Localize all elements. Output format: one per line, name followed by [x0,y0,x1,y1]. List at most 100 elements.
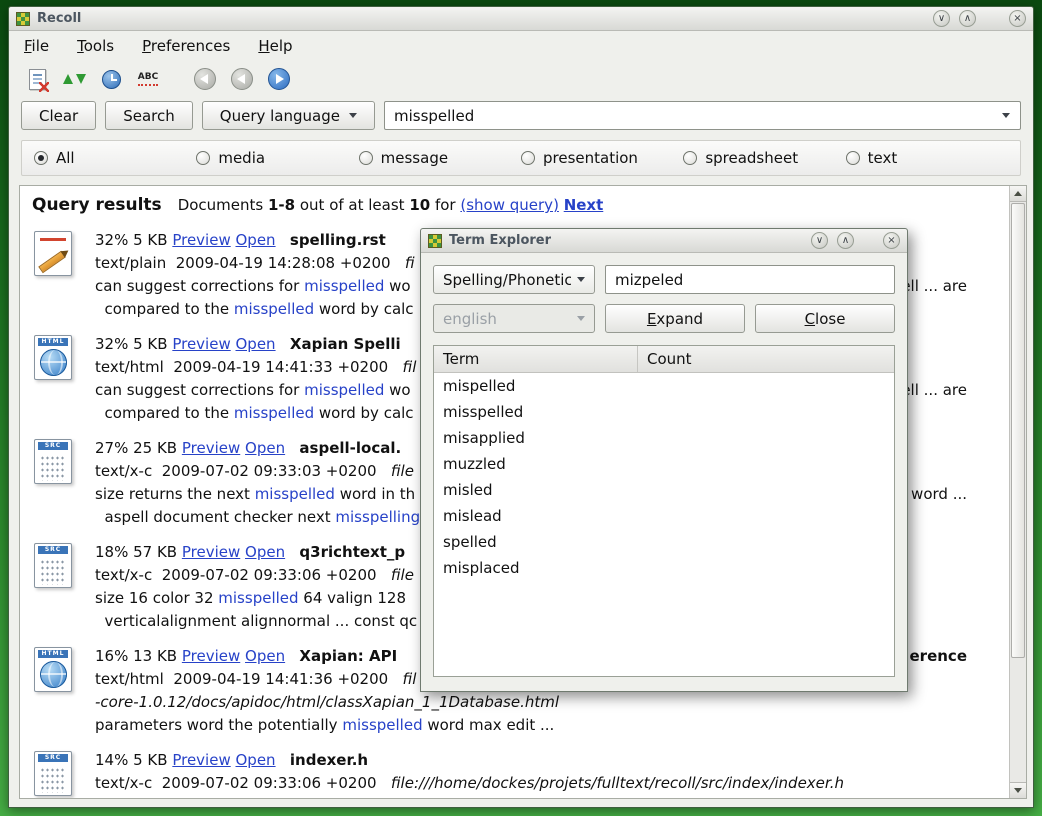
filter-message[interactable]: message [359,149,521,167]
dialog-controls: ∨ ∧ × [811,232,900,249]
line-left: text/html 2009-04-19 14:41:33 +0200 fil [95,356,416,379]
term-input[interactable]: mizpeled [605,265,895,294]
radio-icon [196,151,210,165]
rollup-button[interactable]: ∧ [837,232,854,249]
html-file-icon: HTML [34,333,80,425]
text-segment: aspell document checker next [95,508,335,526]
menu-preferences[interactable]: Preferences [142,37,230,55]
clear-button[interactable]: Clear [21,101,96,130]
result-title: Xapian Spelli [290,335,401,353]
term-row[interactable]: spelled [434,529,894,555]
spellcheck-icon[interactable]: ABC [134,65,162,93]
result-title: aspell-local. [299,439,401,457]
language-combobox[interactable]: english [433,304,595,333]
open-link[interactable]: Open [245,439,285,457]
term-row[interactable]: misspelled [434,399,894,425]
open-link[interactable]: Open [236,231,276,249]
line-left: compared to the misspelled word by calc [95,298,414,321]
history-icon[interactable] [97,65,125,93]
menu-tools[interactable]: Tools [77,37,114,55]
query-combobox-dropdown[interactable] [996,102,1016,129]
preview-link[interactable]: Preview [172,751,230,769]
next-page-icon[interactable] [265,65,293,93]
term-row[interactable]: mislead [434,503,894,529]
open-link[interactable]: Open [236,335,276,353]
result-line: -core-1.0.12/docs/apidoc/html/classXapia… [95,691,1001,714]
scroll-down-button[interactable] [1010,782,1026,798]
clear-search-icon[interactable] [23,65,51,93]
titlebar[interactable]: Recoll ∨∧× [9,7,1033,31]
line-left: 27% 25 KB Preview Open aspell-local. [95,437,401,460]
text-segment [276,231,290,249]
term-table-header: Term Count [434,346,894,373]
close-button[interactable]: Close [755,304,895,333]
term-cell: misapplied [443,429,639,447]
count-column-header[interactable]: Count [638,350,894,368]
open-link[interactable]: Open [236,751,276,769]
preview-link[interactable]: Preview [182,543,240,561]
query-language-button[interactable]: Query language [202,101,375,130]
text-segment: -core-1.0.12/docs/apidoc/html/classXapia… [95,693,559,711]
open-link[interactable]: Open [245,647,285,665]
rollup-button[interactable]: ∧ [959,10,976,27]
preview-link[interactable]: Preview [172,335,230,353]
line-left: can suggest corrections for misspelled w… [95,379,411,402]
first-page-icon[interactable] [191,65,219,93]
text-segment: text/html 2009-04-19 14:41:33 +0200 [95,358,403,376]
dialog-titlebar[interactable]: Term Explorer ∨∧× [421,229,907,253]
rolldown-button[interactable]: ∨ [933,10,950,27]
open-link[interactable]: Open [245,543,285,561]
text-segment: 10 [409,196,430,214]
scroll-up-button[interactable] [1010,186,1026,202]
text-segment: erence [910,647,968,665]
query-combobox[interactable]: misspelled [384,101,1021,130]
results-scrollbar[interactable] [1009,186,1026,798]
close-button[interactable]: × [883,232,900,249]
expansion-mode-combobox[interactable]: Spelling/Phonetic [433,265,595,294]
text-segment: wo [384,381,410,399]
text-segment: verticalalignment alignnormal ... const … [95,612,417,630]
filter-media[interactable]: media [196,149,358,167]
update-index-icon[interactable] [60,65,88,93]
line-left: verticalalignment alignnormal ... const … [95,610,417,633]
preview-link[interactable]: Preview [182,647,240,665]
filter-text[interactable]: text [846,149,1008,167]
filter-all[interactable]: All [34,149,196,167]
text-segment: Documents [178,196,268,214]
close-button[interactable]: × [1009,10,1026,27]
search-button[interactable]: Search [105,101,193,130]
expand-button[interactable]: Expand [605,304,745,333]
preview-link[interactable]: Preview [172,231,230,249]
term-row[interactable]: misapplied [434,425,894,451]
menu-help[interactable]: Help [258,37,292,55]
prev-page-icon[interactable] [228,65,256,93]
next-page-link[interactable]: Next [564,196,604,214]
window-controls: ∨ ∧ × [933,10,1026,27]
scrollbar-thumb[interactable] [1011,203,1025,658]
result-line: 14% 5 KB Preview Open indexer.h [95,749,1001,772]
term-row[interactable]: muzzled [434,451,894,477]
term-row[interactable]: mispelled [434,373,894,399]
text-segment: 32% 5 KB [95,335,172,353]
filter-presentation[interactable]: presentation [521,149,683,167]
rolldown-button[interactable]: ∨ [811,232,828,249]
text-segment: word by calc [314,404,413,422]
line-left: text/x-c 2009-07-02 09:33:03 +0200 file [95,460,414,483]
dialog-row-1: Spelling/Phonetic mizpeled [433,265,895,294]
line-left: aspell document checker next misspelling [95,506,420,529]
line-left: text/x-c 2009-07-02 09:33:06 +0200 file [95,564,414,587]
preview-link[interactable]: Preview [182,439,240,457]
term-row[interactable]: misled [434,477,894,503]
result-title: spelling.rst [290,231,386,249]
query-value: misspelled [394,107,996,125]
dialog-row-2: english Expand Close [433,304,895,333]
radio-icon [521,151,535,165]
results-title: Query results [32,195,162,215]
show-query-link[interactable]: (show query) [460,196,559,214]
filter-spreadsheet[interactable]: spreadsheet [683,149,845,167]
line-left: compared to the misspelled word by calc [95,402,414,425]
menu-file[interactable]: File [24,37,49,55]
line-left: parameters word the potentially misspell… [95,714,554,737]
term-column-header[interactable]: Term [434,346,638,372]
term-row[interactable]: misplaced [434,555,894,581]
